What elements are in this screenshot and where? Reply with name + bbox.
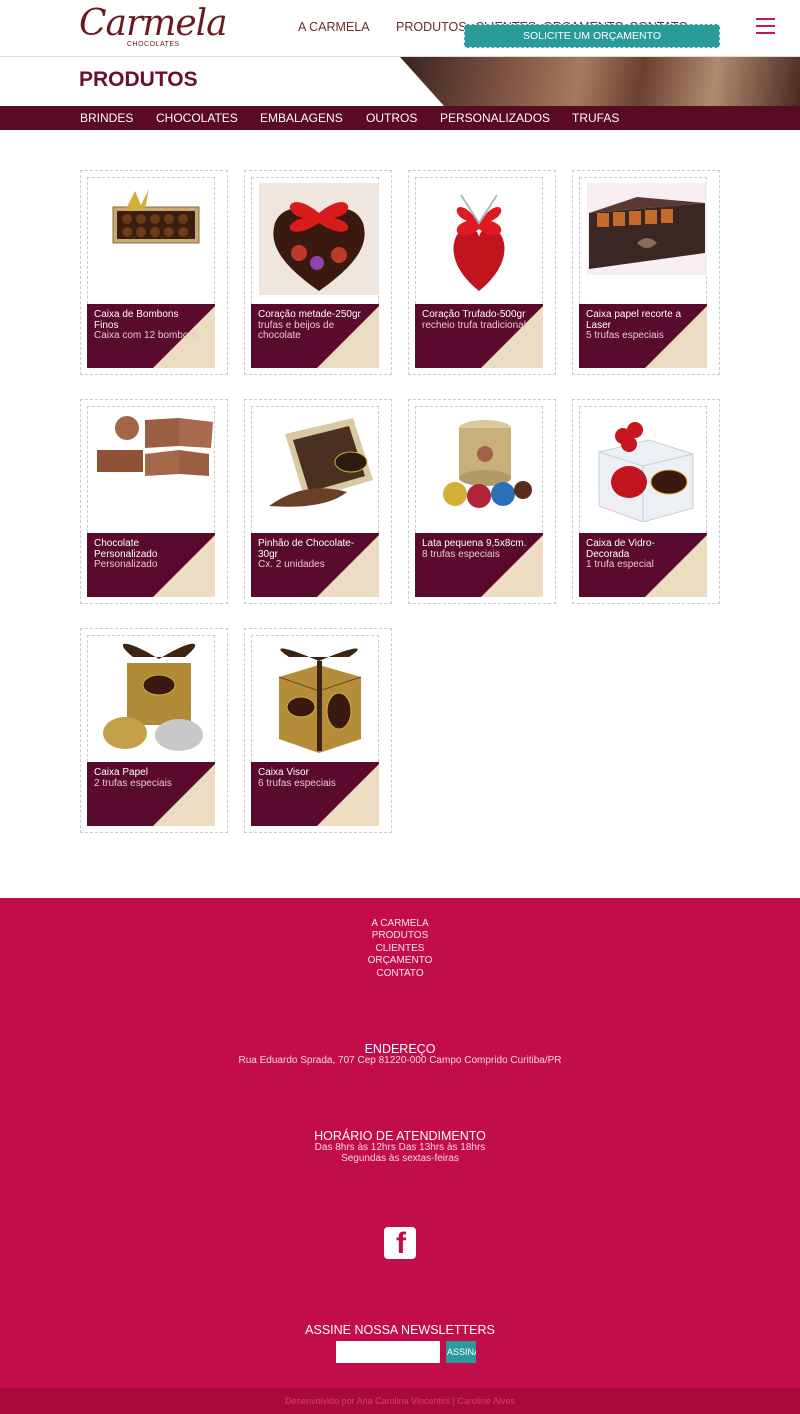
- product-photo-truffle-heart: [453, 194, 505, 291]
- footer-link-orcamento[interactable]: ORÇAMENTO: [0, 955, 800, 966]
- newsletter-subscribe-button[interactable]: ASSINAR: [446, 1341, 476, 1363]
- product-name: Caixa Papel: [94, 767, 148, 778]
- product-card[interactable]: Caixa Papel 2 trufas especiais: [80, 628, 228, 833]
- product-photo-bonbon-box: [112, 189, 200, 244]
- product-name: Chocolate Personalizado: [94, 538, 158, 560]
- title-band: PRODUTOS: [0, 57, 800, 106]
- category-bar: BRINDES CHOCOLATES EMBALAGENS OUTROS PER…: [0, 106, 800, 130]
- category-chocolates[interactable]: CHOCOLATES: [156, 111, 238, 125]
- product-photo-laser-box: [587, 183, 707, 275]
- product-card[interactable]: Chocolate Personalizado Personalizado: [80, 399, 228, 604]
- product-photo-window-box: [278, 648, 362, 753]
- category-trufas[interactable]: TRUFAS: [572, 111, 619, 125]
- product-photo-glass-box: [598, 422, 694, 522]
- product-name: Lata pequena 9,5x8cm.: [422, 538, 527, 549]
- product-name: Pinhão de Chocolate-30gr: [258, 538, 355, 560]
- product-photo-paper-box: [103, 643, 203, 751]
- product-desc: 5 trufas especiais: [586, 330, 664, 341]
- site-footer: A CARMELA PRODUTOS CLIENTES ORÇAMENTO CO…: [0, 898, 800, 1388]
- footer-link-contato[interactable]: CONTATO: [0, 968, 800, 979]
- product-name: Caixa Visor: [258, 767, 309, 778]
- category-brindes[interactable]: BRINDES: [80, 111, 133, 125]
- request-quote-button[interactable]: SOLICITE UM ORÇAMENTO: [464, 24, 720, 48]
- hours-text-2: Segundas às sextas-feiras: [341, 1153, 459, 1164]
- banner-image: [400, 57, 800, 106]
- product-card[interactable]: Caixa de Bombons Finos Caixa com 12 bomb…: [80, 170, 228, 375]
- product-card[interactable]: Caixa de Vidro-Decorada 1 trufa especial: [572, 399, 720, 604]
- product-name: Caixa papel recorte a Laser: [586, 309, 682, 331]
- product-photo-custom-chocolate: [97, 416, 213, 476]
- product-name: Coração metade-250gr: [258, 309, 361, 320]
- footer-link-a-carmela[interactable]: A CARMELA: [0, 918, 800, 929]
- product-name: Coração Trufado-500gr: [422, 309, 526, 320]
- hours-title: HORÁRIO DE ATENDIMENTO: [314, 1129, 486, 1143]
- newsletter-title: ASSINE NOSSA NEWSLETTERS: [305, 1323, 495, 1337]
- facebook-icon[interactable]: f: [384, 1227, 416, 1259]
- product-desc: Caixa com 12 bombons: [94, 330, 200, 341]
- logo[interactable]: Carmela CHOCOLATES: [79, 4, 228, 52]
- footer-link-clientes[interactable]: CLIENTES: [0, 943, 800, 954]
- product-desc: 1 trufa especial: [586, 559, 654, 570]
- category-embalagens[interactable]: EMBALAGENS: [260, 111, 343, 125]
- credits-text: Desenvolvido por Ana Carolina Vincentini…: [285, 1396, 515, 1406]
- address-title: ENDEREÇO: [364, 1042, 436, 1056]
- product-desc: 2 trufas especiais: [94, 777, 172, 789]
- product-card[interactable]: Caixa papel recorte a Laser 5 trufas esp…: [572, 170, 720, 375]
- address-text: Rua Eduardo Sprada, 707 Cep 81220-000 Ca…: [238, 1055, 562, 1066]
- product-card[interactable]: Lata pequena 9,5x8cm. 8 trufas especiais: [408, 399, 556, 604]
- product-desc: 6 trufas especiais: [258, 777, 336, 789]
- product-photo-half-heart: [259, 183, 379, 295]
- product-card[interactable]: Caixa Visor 6 trufas especiais: [244, 628, 392, 833]
- logo-text: Carmela: [79, 3, 228, 44]
- credits-bar: Desenvolvido por Ana Carolina Vincentini…: [0, 1388, 800, 1414]
- hamburger-menu-icon[interactable]: [756, 18, 775, 34]
- logo-subtitle: CHOCOLATES: [127, 41, 180, 48]
- product-card[interactable]: Coração metade-250gr trufas e beijos de …: [244, 170, 392, 375]
- product-name: Caixa de Vidro-Decorada: [586, 538, 655, 560]
- product-photo-pinhao: [269, 418, 373, 507]
- footer-link-produtos[interactable]: PRODUTOS: [0, 930, 800, 941]
- nav-a-carmela[interactable]: A CARMELA: [298, 20, 370, 34]
- product-photo-tin-can: [443, 420, 532, 508]
- hours-text-1: Das 8hrs às 12hrs Das 13hrs às 18hrs: [314, 1142, 486, 1153]
- product-card[interactable]: Coração Trufado-500gr recheio trufa trad…: [408, 170, 556, 375]
- product-caption: Caixa de Bombons Finos Caixa com 12 bomb…: [87, 304, 215, 368]
- nav-produtos[interactable]: PRODUTOS: [396, 20, 467, 34]
- product-desc: recheio trufa tradicional: [422, 319, 526, 331]
- page-title: PRODUTOS: [79, 68, 198, 91]
- product-desc: Personalizado: [94, 559, 158, 570]
- newsletter-email-input[interactable]: [336, 1341, 440, 1363]
- product-desc: Cx. 2 unidades: [258, 559, 325, 570]
- category-outros[interactable]: OUTROS: [366, 111, 417, 125]
- product-desc: 8 trufas especiais: [422, 548, 500, 560]
- product-name: Caixa de Bombons Finos: [94, 309, 179, 331]
- category-personalizados[interactable]: PERSONALIZADOS: [440, 111, 550, 125]
- product-card[interactable]: Pinhão de Chocolate-30gr Cx. 2 unidades: [244, 399, 392, 604]
- product-desc: trufas e beijos de chocolate: [258, 319, 335, 341]
